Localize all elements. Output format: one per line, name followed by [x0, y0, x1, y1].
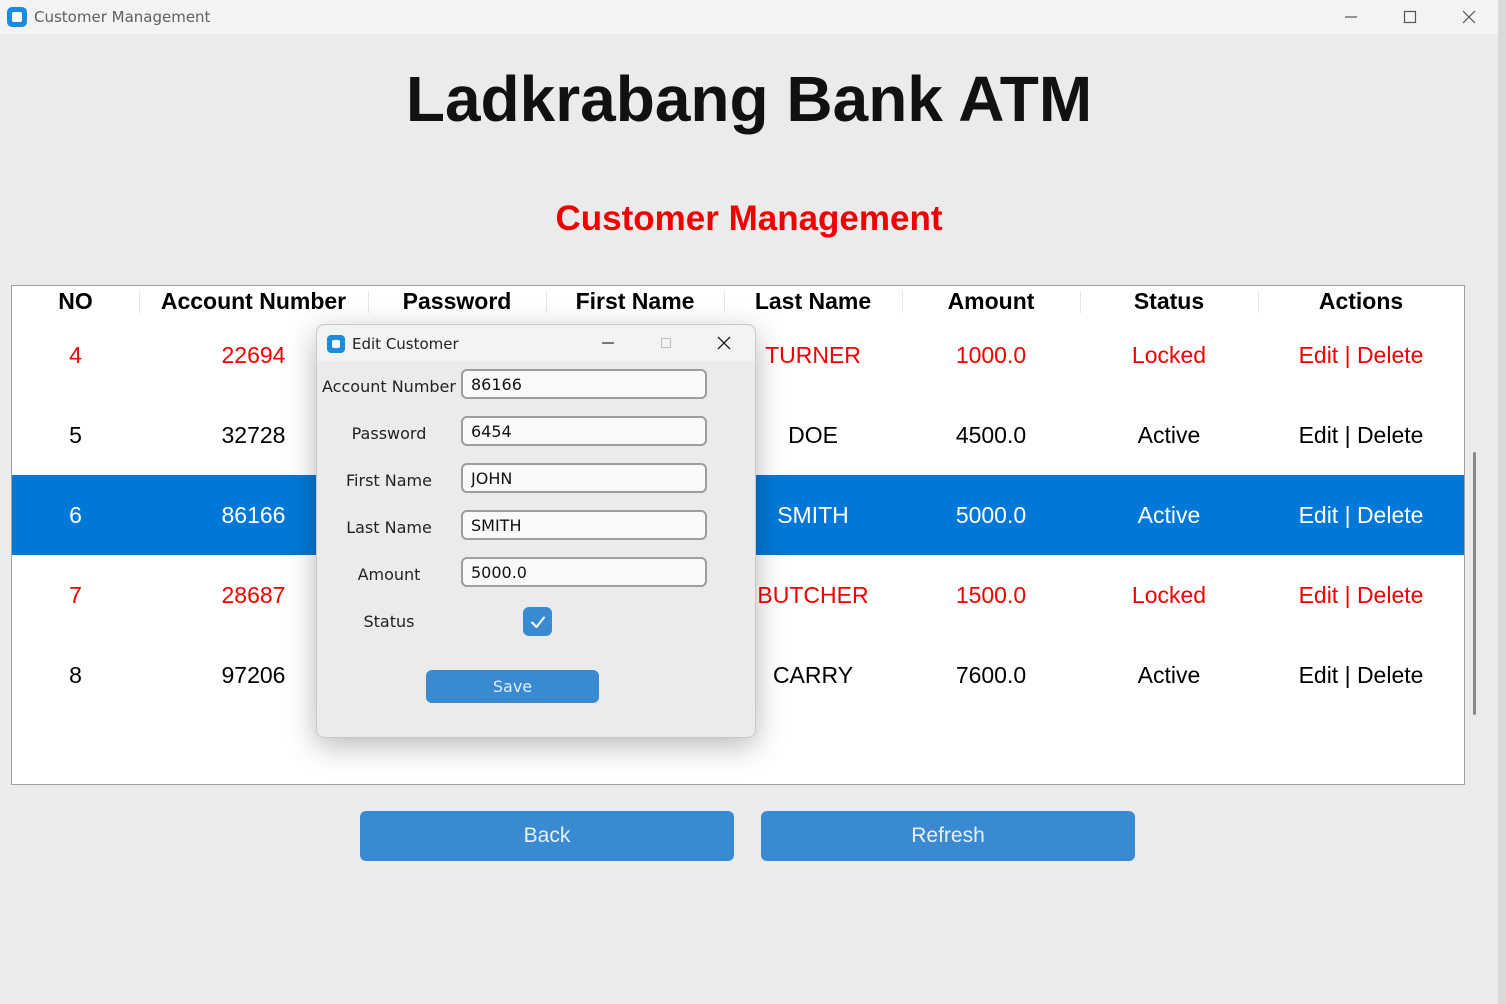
- maximize-icon: [661, 338, 671, 348]
- cell-status: Locked: [1131, 582, 1207, 608]
- minimize-icon: [1345, 16, 1357, 18]
- cell-actions[interactable]: Edit | Delete: [1258, 315, 1464, 395]
- cell-actions[interactable]: Edit | Delete: [1258, 475, 1464, 555]
- column-header-amount[interactable]: Amount: [902, 286, 1080, 316]
- column-header-password[interactable]: Password: [368, 286, 546, 316]
- dialog-close-button[interactable]: [696, 325, 752, 361]
- page-title: Ladkrabang Bank ATM: [405, 63, 1093, 135]
- back-button[interactable]: Back: [360, 811, 734, 861]
- maximize-button[interactable]: [1381, 0, 1439, 34]
- dialog-maximize-button: [638, 325, 694, 361]
- cell-status: Active: [1137, 662, 1201, 688]
- column-header-last-name[interactable]: Last Name: [724, 286, 902, 316]
- cell-no: 6: [69, 502, 82, 528]
- cell-actions[interactable]: Edit | Delete: [1258, 635, 1464, 715]
- last-name-field[interactable]: [461, 510, 707, 540]
- table-scrollbar[interactable]: [1473, 452, 1476, 715]
- column-header-actions[interactable]: Actions: [1258, 286, 1464, 316]
- cell-no: 4: [69, 342, 82, 368]
- column-header-no[interactable]: NO: [12, 286, 139, 316]
- window-title: Customer Management: [34, 8, 211, 26]
- dialog-title: Edit Customer: [352, 335, 459, 353]
- cell-status: Active: [1137, 502, 1201, 528]
- account-number-label: Account Number: [322, 377, 456, 396]
- cell-status: Active: [1137, 422, 1201, 448]
- column-header-first-name[interactable]: First Name: [546, 286, 724, 316]
- minimize-icon: [602, 342, 614, 344]
- close-icon: [1462, 10, 1476, 24]
- app-icon: [7, 7, 27, 27]
- cell-actions[interactable]: Edit | Delete: [1258, 395, 1464, 475]
- refresh-button[interactable]: Refresh: [761, 811, 1135, 861]
- maximize-icon: [1403, 10, 1417, 24]
- cell-amount: 7600.0: [955, 662, 1027, 688]
- cell-amount: 4500.0: [955, 422, 1027, 448]
- cell-no: 8: [69, 662, 82, 688]
- dialog-app-icon: [327, 335, 345, 353]
- cell-status: Locked: [1131, 342, 1207, 368]
- amount-field[interactable]: [461, 557, 707, 587]
- password-label: Password: [351, 424, 427, 443]
- account-number-field[interactable]: [461, 369, 707, 399]
- last-name-label: Last Name: [346, 518, 432, 537]
- status-checkbox[interactable]: [523, 607, 552, 636]
- password-field[interactable]: [461, 416, 707, 446]
- edit-customer-dialog: Edit Customer Account Number Password Fi…: [316, 324, 756, 738]
- dialog-titlebar: Edit Customer: [317, 325, 755, 361]
- first-name-label: First Name: [346, 471, 432, 490]
- cell-amount: 1500.0: [955, 582, 1027, 608]
- status-label: Status: [363, 612, 415, 631]
- close-button[interactable]: [1440, 0, 1498, 34]
- column-header-account-number[interactable]: Account Number: [139, 286, 368, 316]
- first-name-field[interactable]: [461, 463, 707, 493]
- window-titlebar: Customer Management: [0, 0, 1506, 34]
- cell-amount: 1000.0: [955, 342, 1027, 368]
- close-icon: [717, 336, 731, 350]
- save-button[interactable]: Save: [426, 670, 599, 703]
- amount-label: Amount: [357, 565, 421, 584]
- column-header-status[interactable]: Status: [1080, 286, 1258, 316]
- dialog-minimize-button[interactable]: [580, 325, 636, 361]
- cell-no: 5: [69, 422, 82, 448]
- cell-actions[interactable]: Edit | Delete: [1258, 555, 1464, 635]
- cell-amount: 5000.0: [955, 502, 1027, 528]
- checkmark-icon: [530, 616, 545, 628]
- cell-no: 7: [69, 582, 82, 608]
- table-header: NO Account Number Password First Name La…: [12, 286, 1464, 316]
- window-edge: [1498, 0, 1506, 1004]
- page-subtitle: Customer Management: [555, 199, 943, 238]
- minimize-button[interactable]: [1322, 0, 1380, 34]
